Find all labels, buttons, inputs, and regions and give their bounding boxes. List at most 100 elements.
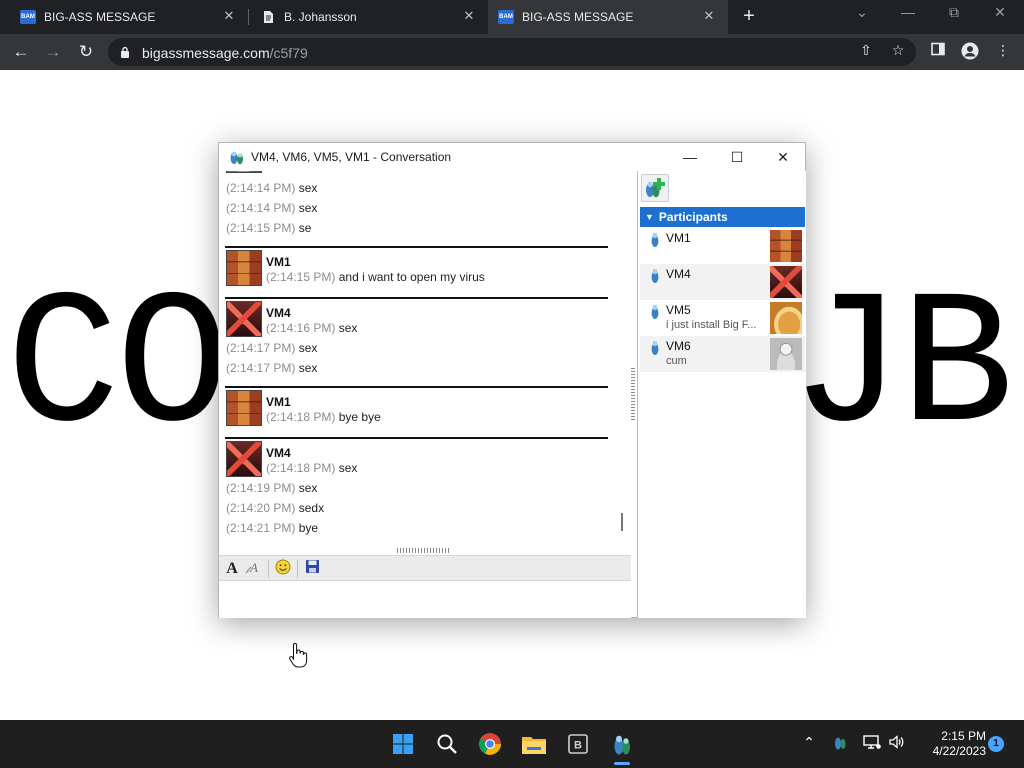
svg-text:B: B [574, 740, 582, 752]
toolbar-divider [268, 560, 269, 578]
clock-date: 4/22/2023 [932, 744, 986, 758]
chat-scrollbar[interactable] [621, 513, 623, 531]
conversation-title: VM4, VM6, VM5, VM1 - Conversation [251, 150, 452, 164]
chat-line: (2:14:17 PM) sex [226, 361, 318, 375]
chrome-icon[interactable] [477, 731, 503, 757]
participant-status: i just install Big F... [666, 319, 757, 331]
tab-title: BIG-ASS MESSAGE [44, 10, 156, 24]
tab-title: BIG-ASS MESSAGE [522, 10, 634, 24]
chat-line: (2:14:14 PM) sex [226, 181, 318, 195]
pidgin-icon[interactable] [609, 731, 635, 757]
buddy-icon [651, 268, 659, 283]
participant-row[interactable]: VM6 cum [640, 336, 805, 372]
hand-cursor-icon [289, 642, 308, 668]
app-icon[interactable]: B [565, 731, 591, 757]
chat-line: (2:14:19 PM) sex [226, 481, 318, 495]
avatar [226, 171, 262, 173]
add-participant-button[interactable] [641, 174, 669, 202]
message-compose-input[interactable] [219, 581, 631, 618]
window-restore-button[interactable]: ⧉ [944, 4, 964, 21]
maximize-button[interactable]: ☐ [726, 147, 748, 167]
share-icon[interactable]: ⇧ [856, 42, 876, 59]
smiley-icon[interactable] [273, 559, 293, 579]
participant-name: VM1 [666, 231, 691, 245]
bam-icon: BAM [498, 9, 514, 25]
side-panel-icon[interactable] [928, 42, 948, 59]
lock-icon [121, 46, 129, 58]
tray-overflow-chevron-icon[interactable]: ⌃ [799, 734, 819, 751]
participant-status: cum [666, 355, 687, 367]
participant-avatar [770, 338, 802, 370]
message-separator [225, 437, 608, 439]
profile-icon[interactable] [960, 42, 980, 63]
pidgin-icon [230, 151, 243, 165]
message-sender: VM1 [266, 255, 291, 269]
message-sender: VM4 [266, 306, 291, 320]
address-bar[interactable]: bigassmessage.com/c5f79 ⇧ ☆ [108, 38, 916, 66]
window-minimize-button[interactable]: — [898, 4, 918, 20]
system-clock[interactable]: 2:15 PM 4/22/2023 [912, 729, 986, 759]
participant-name: VM4 [666, 267, 691, 281]
participant-avatar [770, 302, 802, 334]
bookmark-star-icon[interactable]: ☆ [888, 42, 908, 59]
windows-start-icon[interactable] [390, 731, 416, 757]
reload-button[interactable]: ↻ [75, 41, 97, 63]
participant-name: VM6 [666, 339, 691, 353]
participants-pane: ▼ Participants VM1 VM4 VM5 i just instal… [637, 171, 806, 618]
pane-resize-handle[interactable] [631, 368, 635, 422]
new-tab-button[interactable]: + [738, 4, 760, 30]
clock-time: 2:15 PM [941, 729, 986, 743]
toolbar-divider [297, 560, 298, 578]
message-separator [225, 386, 608, 388]
font-style-icon[interactable]: A [244, 559, 264, 579]
close-button[interactable]: ✕ [772, 147, 794, 167]
active-app-indicator [614, 762, 630, 765]
participant-row[interactable]: VM5 i just install Big F... [640, 300, 805, 336]
browser-tab-2[interactable]: B. Johansson ✕ [248, 0, 488, 34]
tray-pidgin-icon[interactable] [830, 734, 850, 753]
participant-avatar [770, 230, 802, 262]
formatting-toolbar: A A [219, 555, 631, 581]
browser-toolbar: ← → ↻ bigassmessage.com/c5f79 ⇧ ☆ ⋮ [0, 34, 1024, 70]
chat-resize-handle[interactable] [397, 548, 451, 553]
tab-search-icon[interactable]: ⌄ [852, 4, 872, 21]
minimize-button[interactable]: — [679, 147, 701, 167]
save-icon[interactable] [302, 559, 322, 579]
participants-header[interactable]: ▼ Participants [640, 207, 805, 227]
background-big-text-right: JB [790, 262, 1014, 477]
url-text: bigassmessage.com/c5f79 [142, 45, 308, 61]
window-close-button[interactable]: ✕ [990, 4, 1010, 21]
browser-menu-icon[interactable]: ⋮ [993, 42, 1013, 59]
chat-line: (2:14:18 PM) sex [266, 461, 358, 475]
chat-history[interactable]: (2:14:14 PM) sex (2:14:14 PM) sex (2:14:… [219, 171, 615, 521]
chat-line: (2:14:18 PM) bye bye [266, 410, 381, 424]
avatar [226, 390, 262, 426]
volume-icon[interactable] [887, 734, 907, 753]
notification-badge[interactable]: 1 [988, 736, 1004, 752]
browser-tab-1[interactable]: BAM BIG-ASS MESSAGE ✕ [0, 0, 248, 34]
font-icon[interactable]: A [222, 559, 242, 579]
avatar [226, 250, 262, 286]
participant-row[interactable]: VM4 [640, 264, 805, 300]
message-separator [225, 297, 608, 299]
tab-close-icon[interactable]: ✕ [220, 8, 238, 24]
participant-row[interactable]: VM1 [640, 228, 805, 264]
avatar [226, 301, 262, 337]
chat-line: (2:14:21 PM) bye [226, 521, 319, 535]
forward-button[interactable]: → [42, 41, 64, 63]
search-icon[interactable] [434, 731, 460, 757]
buddy-icon [651, 340, 659, 355]
participant-avatar [770, 266, 802, 298]
browser-tab-3[interactable]: BAM BIG-ASS MESSAGE ✕ [488, 0, 728, 34]
file-explorer-icon[interactable] [521, 731, 547, 757]
tab-close-icon[interactable]: ✕ [460, 8, 478, 24]
chat-line: (2:14:20 PM) sedx [226, 501, 325, 515]
doc-icon [260, 9, 276, 25]
tab-close-icon[interactable]: ✕ [700, 8, 718, 24]
buddy-icon [651, 304, 659, 319]
back-button[interactable]: ← [10, 41, 32, 63]
network-icon[interactable] [862, 734, 882, 753]
bam-icon: BAM [20, 9, 36, 25]
chat-line: (2:14:15 PM) se [226, 221, 312, 235]
conversation-title-bar[interactable]: VM4, VM6, VM5, VM1 - Conversation — ☐ ✕ [219, 143, 805, 171]
